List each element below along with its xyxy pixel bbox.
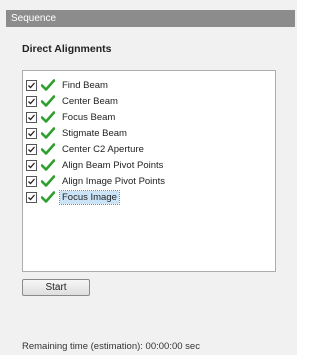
green-check-icon	[41, 159, 55, 171]
list-item-center-beam[interactable]: Center Beam	[26, 94, 120, 108]
panel-title-bar: Sequence	[6, 10, 295, 27]
item-label: Focus Image	[59, 189, 120, 205]
list-item-align-beam-pivot-points[interactable]: Align Beam Pivot Points	[26, 158, 165, 172]
list-item-align-image-pivot-points[interactable]: Align Image Pivot Points	[26, 174, 167, 188]
section-title: Direct Alignments	[22, 43, 112, 55]
start-button[interactable]: Start	[22, 279, 90, 296]
sequence-panel: Sequence Direct Alignments Find Beam Cen…	[0, 0, 297, 355]
green-check-icon	[41, 95, 55, 107]
alignment-list[interactable]: Find Beam Center Beam Focus Beam Stigmat…	[22, 70, 276, 272]
item-label: Align Image Pivot Points	[62, 175, 165, 187]
green-check-icon	[41, 143, 55, 155]
checkbox[interactable]	[26, 159, 37, 171]
item-label: Align Beam Pivot Points	[62, 159, 164, 171]
item-label: Center Beam	[62, 95, 118, 107]
list-item-stigmate-beam[interactable]: Stigmate Beam	[26, 126, 129, 140]
green-check-icon	[41, 127, 55, 139]
green-check-icon	[41, 175, 55, 187]
list-item-focus-beam[interactable]: Focus Beam	[26, 110, 117, 124]
remaining-time-text: Remaining time (estimation): 00:00:00 se…	[22, 341, 200, 352]
green-check-icon	[41, 191, 55, 203]
item-label: Find Beam	[62, 79, 108, 91]
item-label: Focus Beam	[62, 111, 116, 123]
list-item-center-c2-aperture[interactable]: Center C2 Aperture	[26, 142, 146, 156]
list-item-focus-image[interactable]: Focus Image	[26, 189, 120, 205]
checkbox[interactable]	[26, 79, 37, 91]
green-check-icon	[41, 79, 55, 91]
item-label: Stigmate Beam	[62, 127, 127, 139]
green-check-icon	[41, 111, 55, 123]
item-label: Center C2 Aperture	[62, 143, 144, 155]
checkbox[interactable]	[26, 127, 37, 139]
checkbox[interactable]	[26, 191, 37, 203]
checkbox[interactable]	[26, 175, 37, 187]
checkbox[interactable]	[26, 111, 37, 123]
checkbox[interactable]	[26, 143, 37, 155]
checkbox[interactable]	[26, 95, 37, 107]
list-item-find-beam[interactable]: Find Beam	[26, 78, 110, 92]
